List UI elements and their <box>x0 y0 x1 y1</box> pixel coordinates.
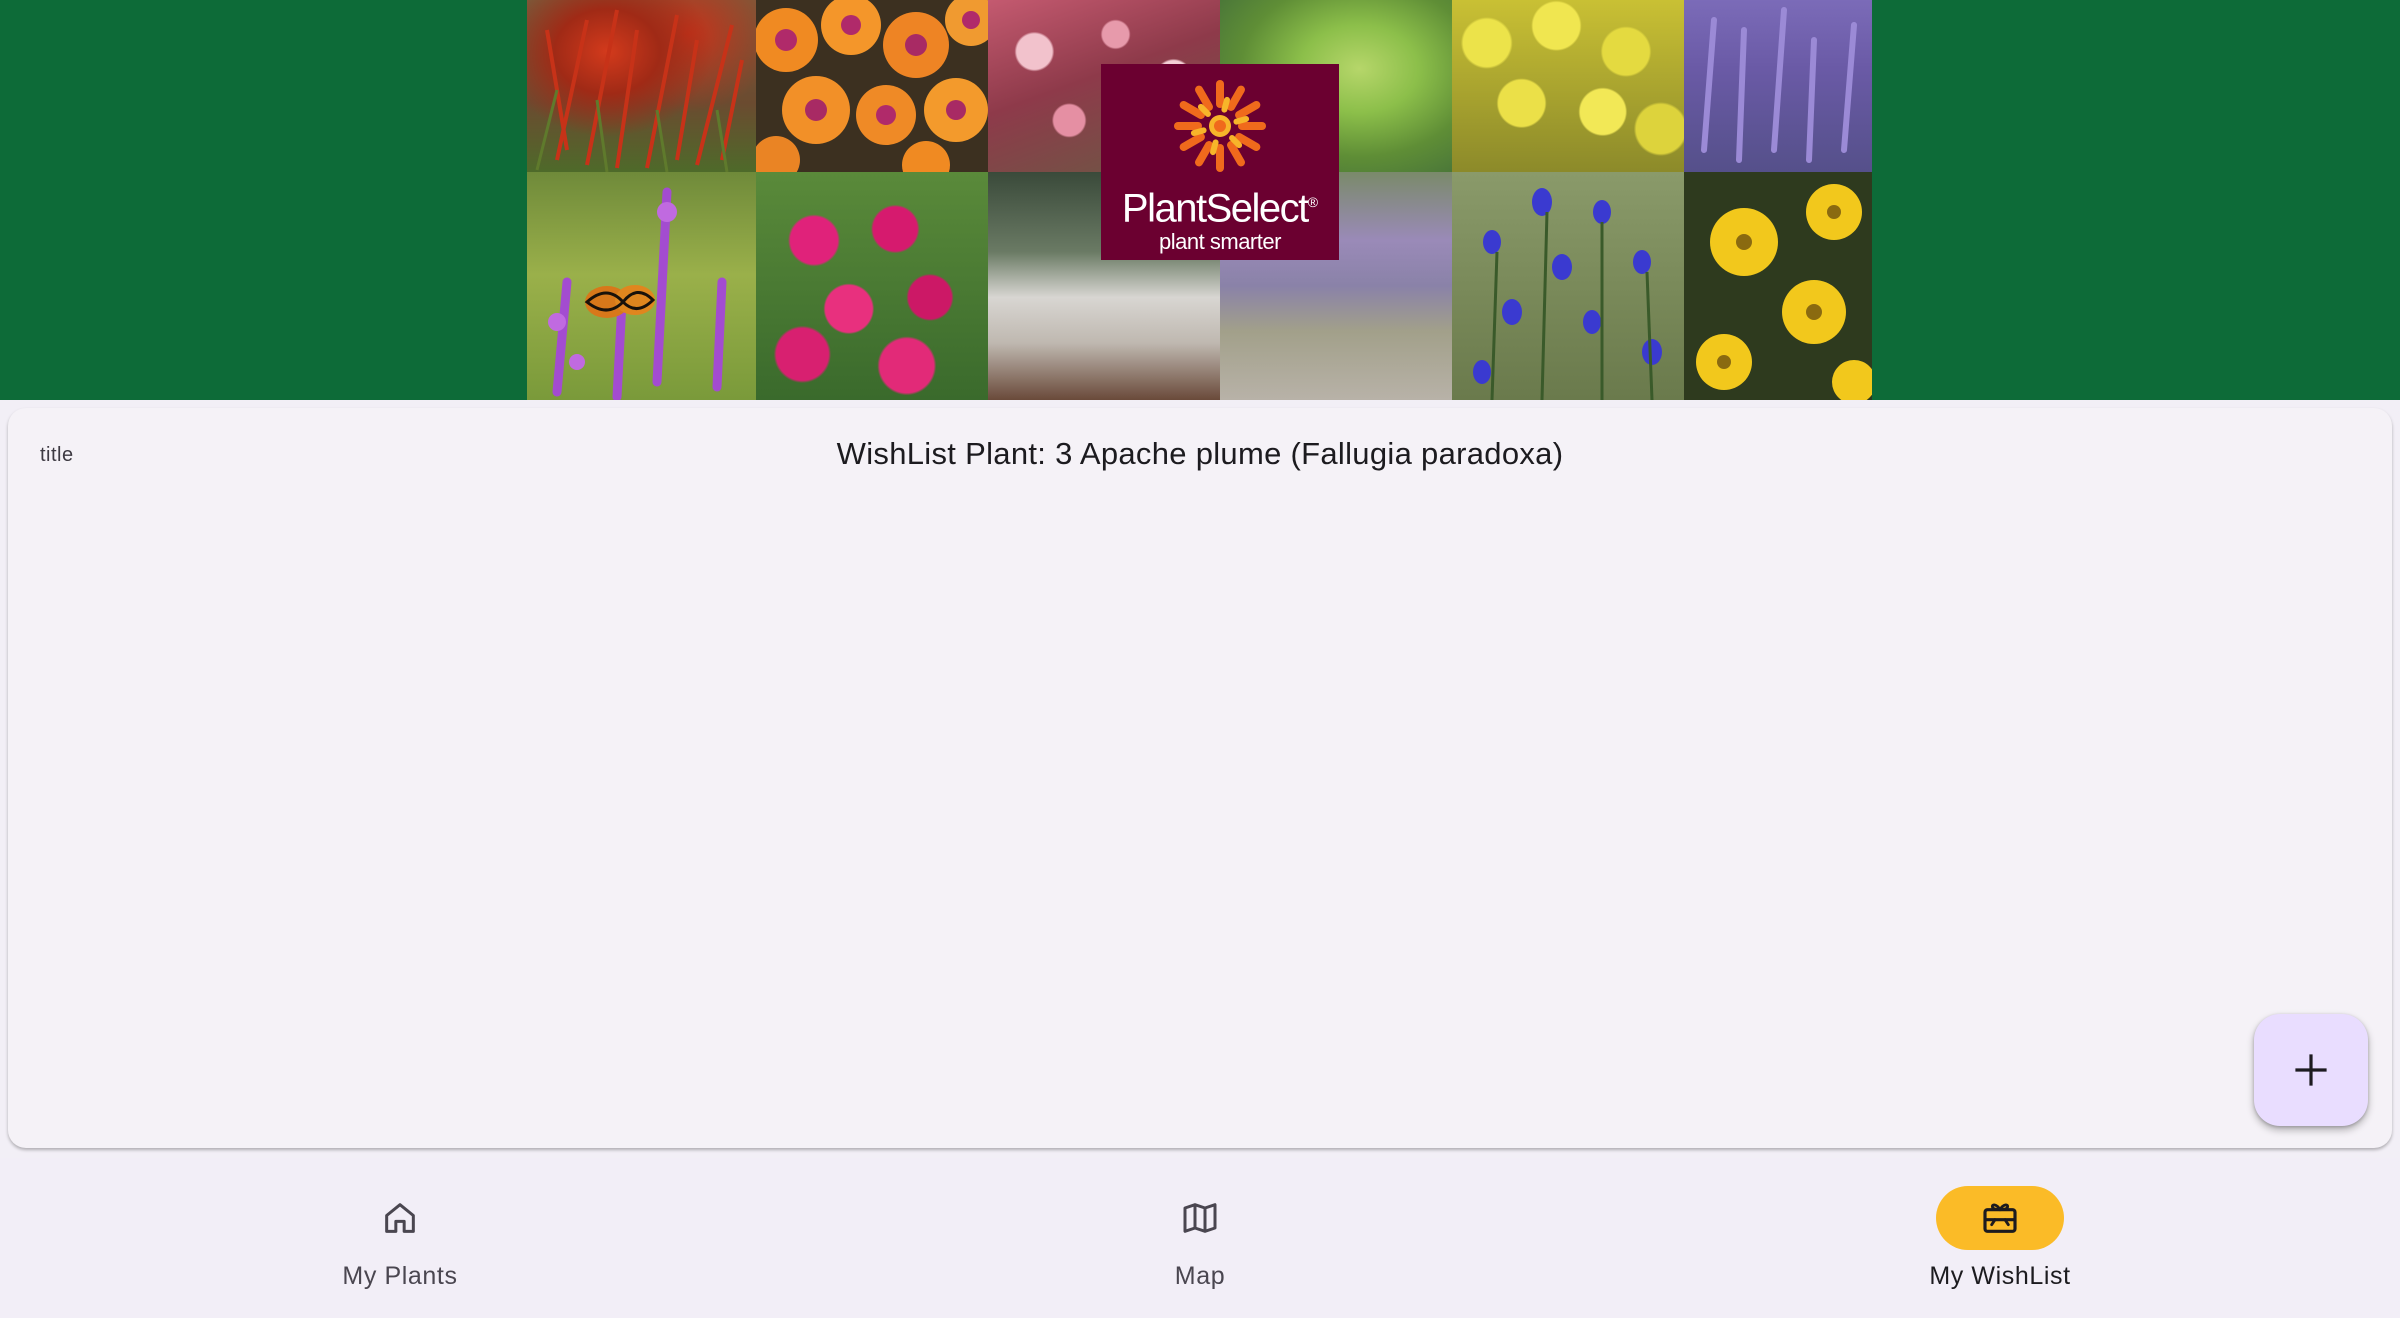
logo-tagline: plant smarter <box>1159 229 1281 255</box>
photo-purple-catmint <box>1684 0 1872 172</box>
gift-card-icon <box>1983 1203 2017 1233</box>
red-flower-stems <box>535 9 744 172</box>
sun-flower-logo-icon <box>1174 80 1266 172</box>
nav-indicator <box>1136 1186 1264 1250</box>
nav-indicator <box>336 1186 464 1250</box>
liatris-and-monarch <box>548 187 727 400</box>
add-button[interactable] <box>2254 1014 2368 1126</box>
bottom-navigation-bar: My Plants Map My WishList <box>0 1158 2400 1318</box>
blue-salvia-flowers <box>1473 188 1662 400</box>
plus-icon <box>2295 1054 2327 1086</box>
photo-red-hyssop <box>527 0 756 172</box>
nav-item-my-plants[interactable]: My Plants <box>200 1158 600 1318</box>
photo-yellow-alyssum <box>1452 0 1684 172</box>
orange-daisies <box>756 0 988 172</box>
logo-brand-text: PlantSelect® <box>1122 180 1318 230</box>
map-icon <box>1183 1203 1217 1233</box>
page-title: WishList Plant: 3 Apache plume (Fallugia… <box>836 436 1564 471</box>
registered-mark: ® <box>1307 194 1319 210</box>
monarch-butterfly <box>584 285 656 318</box>
app-screen: PlantSelect® plant smarter title WishLis… <box>0 0 2400 1318</box>
photo-liatris-butterfly <box>527 172 756 400</box>
plant-select-logo: PlantSelect® plant smarter <box>1101 64 1339 260</box>
photo-orange-ice-plant <box>756 0 988 172</box>
nav-label: My WishList <box>1929 1262 2071 1290</box>
home-icon <box>385 1203 415 1233</box>
purple-spikes <box>1701 7 1857 163</box>
yellow-daisies <box>1696 184 1872 400</box>
nav-label: Map <box>1174 1262 1226 1290</box>
nav-label: My Plants <box>342 1262 458 1290</box>
photo-blue-salvia <box>1452 172 1684 400</box>
wishlist-plant-card: title WishList Plant: 3 Apache plume (Fa… <box>8 408 2392 1148</box>
nav-item-map[interactable]: Map <box>1000 1158 1400 1318</box>
photo-magenta-penstemon <box>756 172 988 400</box>
logo-brand-name: PlantSelect <box>1121 186 1309 231</box>
header-banner: PlantSelect® plant smarter <box>0 0 2400 400</box>
photo-yellow-coreopsis <box>1684 172 1872 400</box>
nav-item-my-wishlist[interactable]: My WishList <box>1800 1158 2200 1318</box>
nav-indicator-active <box>1936 1186 2064 1250</box>
